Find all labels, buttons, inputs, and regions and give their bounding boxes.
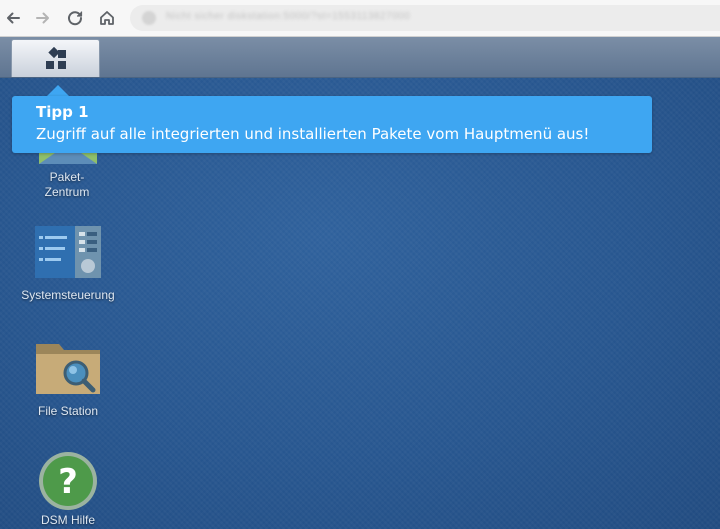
help-icon: ? xyxy=(35,451,101,511)
tooltip-title: Tipp 1 xyxy=(36,103,89,121)
desktop-icon-file-station[interactable]: File Station xyxy=(8,342,128,419)
desktop-icon-label: Systemsteuerung xyxy=(21,288,115,302)
tooltip-text: Zugriff auf alle integrierten und instal… xyxy=(36,125,590,143)
desktop-icon-label: DSM Hilfe xyxy=(40,513,95,527)
main-menu-icon xyxy=(45,46,66,69)
desktop-icon-label: Paket- Zentrum xyxy=(44,170,90,199)
file-station-icon xyxy=(35,342,101,398)
main-menu-button[interactable] xyxy=(11,39,100,77)
tooltip-arrow xyxy=(47,85,69,96)
reload-icon[interactable] xyxy=(63,6,87,30)
back-arrow-icon[interactable] xyxy=(1,6,25,30)
taskbar xyxy=(0,37,720,78)
desktop-icon-control-panel[interactable]: Systemsteuerung xyxy=(8,226,128,303)
address-bar[interactable]: Nicht sicher diskstation:5000/?st=155311… xyxy=(130,5,720,31)
tip-tooltip[interactable]: Tipp 1 Zugriff auf alle integrierten und… xyxy=(12,96,652,153)
address-text: Nicht sicher diskstation:5000/?st=155311… xyxy=(166,11,411,22)
browser-toolbar: Nicht sicher diskstation:5000/?st=155311… xyxy=(0,0,720,37)
control-panel-icon xyxy=(35,226,101,282)
desktop-icon-label: File Station xyxy=(37,404,99,418)
forward-arrow-icon[interactable] xyxy=(31,6,55,30)
info-icon[interactable] xyxy=(142,11,156,25)
desktop-icon-help[interactable]: ? DSM Hilfe xyxy=(8,451,128,528)
svg-text:?: ? xyxy=(58,462,78,502)
home-icon[interactable] xyxy=(95,6,119,30)
